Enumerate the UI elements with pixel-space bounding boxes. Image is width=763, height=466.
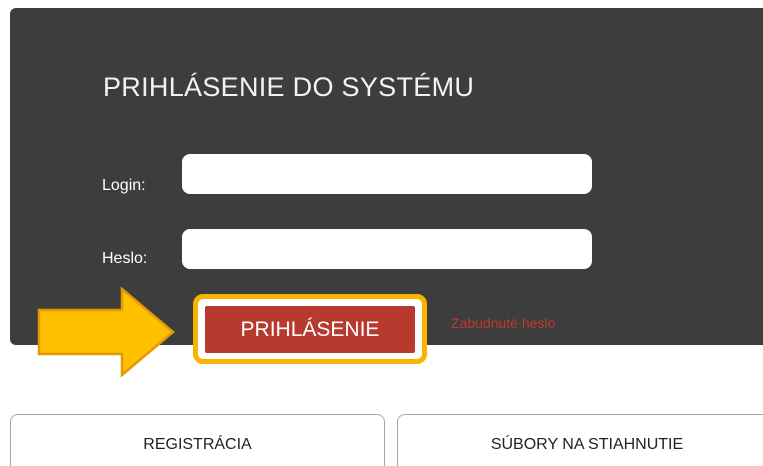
register-button[interactable]: REGISTRÁCIA: [10, 414, 385, 466]
page: PRIHLÁSENIE DO SYSTÉMU Login: Heslo: Zab…: [0, 0, 763, 466]
password-field[interactable]: [182, 229, 592, 269]
page-title: PRIHLÁSENIE DO SYSTÉMU: [103, 72, 475, 102]
downloads-button[interactable]: SÚBORY NA STIAHNUTIE: [397, 414, 763, 466]
login-button[interactable]: PRIHLÁSENIE: [205, 306, 415, 353]
forgot-password-link[interactable]: Zabudnuté heslo: [451, 315, 555, 331]
arrow-right-icon-shape: [37, 287, 175, 377]
arrow-right-icon: [37, 287, 175, 377]
login-field[interactable]: [182, 154, 592, 194]
login-label: Login:: [102, 177, 146, 194]
password-label: Heslo:: [102, 250, 148, 267]
